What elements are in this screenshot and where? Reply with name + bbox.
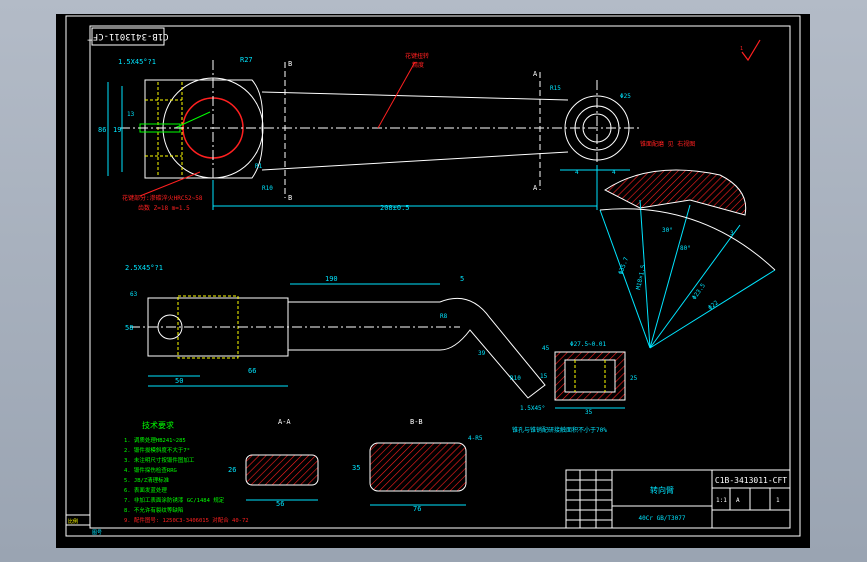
title-block-code: C1B-3413011-CFT [715, 476, 787, 485]
dim-center: 208±0.5 [380, 204, 410, 212]
note-yellow: 齿数 Z=18 m=1.5 [138, 204, 190, 212]
note-red-2: 精度 [412, 61, 424, 69]
dim-m: 1.5X45° [520, 405, 545, 412]
dim-15: 15 [540, 373, 548, 380]
dim-r7: R10 [262, 185, 273, 192]
dim-r5: 4 [612, 169, 616, 176]
section-a: A-A 56 26 [228, 418, 319, 508]
tech-req-item-4: 4. 锻件探伤检查RRG [124, 466, 177, 474]
dim-pitch: 86 [98, 126, 106, 134]
dim-45: 45 [542, 345, 550, 352]
tech-req-item-6: 6. 表面发蓝处理 [124, 486, 167, 494]
title-block-scale: 1:1 [716, 497, 727, 504]
rotated-code: C1B-3413011-CFT [87, 31, 169, 41]
detail-dim-f: 3 [730, 230, 734, 237]
dim-r3: R15 [550, 85, 561, 92]
tech-req-item-3: 3. 未注明尺寸按锻件图加工 [124, 456, 195, 464]
title-block-name: 转向臂 [650, 485, 674, 495]
section-b-label: B-B [410, 418, 423, 426]
dim-39: 39 [478, 350, 486, 357]
section-a-height: 26 [228, 466, 236, 474]
detail-dim-c: Φ23.5 [691, 282, 707, 301]
dim-cone: Φ27.5~0.01 [570, 341, 607, 348]
fragment-corner: 图号 [92, 530, 102, 536]
detail-dim-a: Φ35.7 [617, 256, 630, 276]
note-red-1: 花键扭转 [405, 52, 429, 60]
title-block-count: 1 [776, 497, 780, 504]
detail-dim-e: 30° [662, 227, 673, 234]
tech-req-item-9: 9. 配件图号: 1250C3-3406015 对配合 40-72 [124, 516, 249, 524]
detail-dim-g: 80° [680, 245, 691, 252]
dim-35: 35 [585, 409, 593, 416]
tech-req-item-2: 2. 锻件拔模斜度不大于7° [124, 446, 190, 454]
dim-5: 5 [460, 275, 464, 283]
title-block: 转向臂 40Cr GB/T3077 C1B-3413011-CFT 1:1 A … [565, 469, 791, 529]
note-red-3: 花键部分:渗碳淬火HRC52~58 [122, 194, 203, 202]
section-a-width: 56 [276, 500, 284, 508]
dim-190: 190 [325, 275, 338, 283]
section-b-height: 35 [352, 464, 360, 472]
section-b-radius: 4-R5 [468, 435, 483, 442]
dim-r6: R1 [255, 163, 263, 170]
tech-req-item-8: 8. 不允许有裂纹等缺陷 [124, 506, 183, 514]
tech-req-item-7: 7. 非加工表面涂防锈漆 GC/1484 规定 [124, 496, 225, 504]
dim-25: 25 [630, 375, 638, 382]
code-box: C1B-3413011-CFT [87, 27, 169, 46]
dim-a1: A [533, 70, 538, 78]
section-b-width: 76 [413, 505, 421, 513]
dim-small1: 13 [127, 111, 135, 118]
dim-a2: A [533, 184, 538, 192]
dim-phi2: Φ25 [620, 93, 631, 100]
title-block-sheet: A [736, 497, 740, 504]
dim-r10: R10 [510, 375, 521, 382]
section-a-label: A-A [278, 418, 291, 426]
dim-60: 66 [248, 367, 256, 375]
note-bottom: 锥孔与锥销配研接触面积不小于70% [512, 426, 607, 434]
dim-r: R8 [440, 313, 448, 320]
tech-req-title: 技术要求 [142, 420, 174, 430]
tech-req-item-5: 5. JB/Z清理标准 [124, 476, 170, 484]
dim-b1: B [288, 60, 292, 68]
fragment-left-bottom: 比例 [68, 518, 78, 525]
dim-63: 63 [130, 291, 138, 298]
dim-spline: 1.5X45°?1 [118, 58, 156, 66]
dim-phi: 19 [113, 126, 121, 134]
dim-58: 58 [125, 324, 133, 332]
detail-dim-d: Φ22 [707, 299, 720, 311]
detail-view: Φ35.7 M18×1.5 Φ23.5 Φ22 30° 3 80° [599, 169, 776, 349]
dim-r4: 4 [575, 169, 579, 176]
dim-50: 50 [175, 377, 183, 385]
dim-r1: R27 [240, 56, 253, 64]
note-right: 锥面配磨 见 右视图 [640, 140, 695, 148]
front-view: 2.5X45°?1 190 5 50 66 58 63 R8 39 R10 35… [125, 264, 638, 434]
top-view: 1.5X45°?1 86 19 13 R27 B B A A 208±0.5 R… [98, 52, 695, 212]
section-b: B-B 76 35 4-R5 [352, 418, 483, 513]
dim-chamfer: 2.5X45°?1 [125, 264, 163, 272]
tech-req-item-1: 1. 调质处理HB241~285 [124, 436, 186, 444]
title-block-material: 40Cr GB/T3077 [639, 515, 686, 522]
roughness-mark: 1 [740, 46, 743, 52]
cad-drawing: C1B-3413011-CFT 1.5X45°?1 86 19 13 R27 B… [65, 15, 801, 537]
dim-b2: B [288, 194, 292, 202]
